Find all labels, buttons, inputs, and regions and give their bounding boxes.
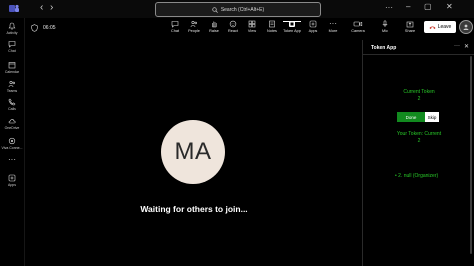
skip-button[interactable]: Skip bbox=[425, 112, 439, 122]
toolbar-camera-button[interactable]: Camera bbox=[350, 20, 366, 33]
toolbar-react-button[interactable]: React bbox=[225, 20, 241, 33]
your-token-label: Your Token: Current bbox=[396, 131, 442, 137]
token-app-panel: Token App ··· ✕ Current Token 2 Your Tok… bbox=[362, 40, 474, 266]
rail-label: Calls bbox=[8, 107, 16, 111]
rail-label: OneDrive bbox=[4, 126, 20, 130]
current-token-label: Current Token bbox=[403, 89, 435, 95]
toolbar-label: Chat bbox=[170, 29, 180, 33]
bell-icon bbox=[8, 22, 16, 30]
queue-item: • 2. null (Organizer) bbox=[395, 173, 439, 179]
toolbar-share-button[interactable]: Share bbox=[402, 20, 418, 33]
rail-item-calls[interactable]: Calls bbox=[0, 98, 24, 111]
microphone-icon bbox=[382, 20, 388, 27]
toolbar-label: Token App bbox=[283, 29, 301, 33]
camera-icon bbox=[353, 21, 363, 27]
rail-item-teams[interactable]: Teams bbox=[0, 80, 24, 93]
phone-icon bbox=[8, 98, 16, 106]
toolbar-label: Mic bbox=[382, 29, 388, 33]
rail-label: Calendar bbox=[4, 70, 20, 74]
leave-label: Leave bbox=[437, 24, 452, 30]
toolbar-label: React bbox=[228, 29, 238, 33]
viva-icon bbox=[8, 137, 16, 145]
back-arrow-icon[interactable]: ‹ bbox=[40, 2, 43, 13]
settings-more-icon[interactable]: ··· bbox=[385, 3, 393, 12]
rail-label: Teams bbox=[6, 89, 18, 93]
raise-hand-icon bbox=[212, 21, 217, 28]
toolbar-label: More bbox=[328, 29, 338, 33]
search-icon bbox=[212, 6, 218, 13]
waiting-message: Waiting for others to join... bbox=[140, 204, 248, 214]
done-label: Done bbox=[405, 114, 417, 120]
panel-scrollbar[interactable] bbox=[470, 56, 472, 254]
toolbar-label: People bbox=[188, 29, 200, 33]
rail-label: Activity bbox=[6, 31, 18, 35]
more-icon: ··· bbox=[8, 155, 16, 164]
cloud-icon bbox=[8, 119, 16, 124]
chat-icon bbox=[171, 21, 179, 28]
forward-arrow-icon[interactable]: › bbox=[50, 2, 53, 13]
apps-icon bbox=[309, 20, 317, 28]
toolbar-more-button[interactable]: ··· More bbox=[325, 19, 341, 34]
emoji-icon bbox=[229, 20, 237, 28]
teams-logo-icon bbox=[9, 4, 19, 13]
rail-item-viva[interactable]: Viva Conne... bbox=[0, 137, 24, 150]
maximize-icon[interactable]: ▢ bbox=[424, 2, 432, 11]
rail-label: Chat bbox=[8, 49, 16, 53]
more-icon: ··· bbox=[329, 19, 337, 28]
participant-initials: MA bbox=[174, 138, 212, 165]
current-token-value: 2 bbox=[417, 96, 421, 102]
rail-item-chat[interactable]: Chat bbox=[0, 40, 24, 53]
done-button[interactable]: Done bbox=[397, 112, 425, 122]
close-icon[interactable]: ✕ bbox=[464, 43, 469, 50]
toolbar-view-button[interactable]: View bbox=[244, 20, 260, 33]
grid-view-icon bbox=[248, 20, 256, 28]
your-token-value: 2 bbox=[417, 138, 421, 144]
search-placeholder: Search (Ctrl+Alt+E) bbox=[220, 6, 265, 13]
toolbar-label: Raise bbox=[209, 29, 219, 33]
toolbar-chat-button[interactable]: Chat bbox=[167, 20, 183, 33]
left-app-rail: Activity Chat Calendar Teams Calls OneDr… bbox=[0, 18, 25, 266]
panel-header: Token App ··· ✕ bbox=[363, 40, 474, 55]
rail-item-more[interactable]: ··· bbox=[0, 156, 24, 164]
search-bar[interactable]: Search (Ctrl+Alt+E) bbox=[155, 2, 321, 17]
toolbar-label: Share bbox=[404, 29, 416, 33]
user-avatar[interactable] bbox=[459, 20, 473, 34]
rail-item-calendar[interactable]: Calendar bbox=[0, 61, 24, 74]
apps-icon bbox=[8, 174, 16, 182]
close-icon[interactable]: ✕ bbox=[446, 2, 453, 11]
rail-label: Apps bbox=[8, 183, 16, 187]
leave-button[interactable]: Leave bbox=[424, 21, 456, 33]
profile-icon bbox=[463, 24, 469, 30]
toolbar-mic-button[interactable]: Mic bbox=[377, 20, 393, 33]
rail-label: Viva Conne... bbox=[1, 146, 23, 150]
queue-item-text: 2. null (Organizer) bbox=[398, 173, 439, 179]
meeting-timer: 06:05 bbox=[43, 25, 56, 31]
toolbar-label: Apps bbox=[308, 29, 318, 33]
toolbar-notes-button[interactable]: Notes bbox=[264, 20, 280, 33]
chat-icon bbox=[8, 41, 16, 48]
rail-item-apps[interactable]: Apps bbox=[0, 174, 24, 187]
participant-avatar: MA bbox=[161, 120, 225, 184]
panel-title: Token App bbox=[371, 45, 397, 51]
notes-icon bbox=[269, 20, 275, 28]
rail-item-onedrive[interactable]: OneDrive bbox=[0, 117, 24, 130]
toolbar-label: Camera bbox=[351, 29, 365, 33]
toolbar-apps-button[interactable]: Apps bbox=[305, 20, 321, 33]
share-icon bbox=[406, 21, 414, 28]
skip-label: Skip bbox=[427, 114, 437, 120]
title-bar: ‹ › Search (Ctrl+Alt+E) ··· – ▢ ✕ bbox=[0, 0, 474, 18]
hang-up-icon bbox=[429, 26, 436, 29]
toolbar-label: View bbox=[247, 29, 257, 33]
panel-more-icon[interactable]: ··· bbox=[454, 43, 460, 49]
calendar-icon bbox=[8, 62, 16, 69]
toolbar-people-button[interactable]: People bbox=[186, 20, 202, 33]
rail-item-activity[interactable]: Activity bbox=[0, 22, 24, 35]
shield-icon bbox=[31, 24, 38, 32]
toolbar-raise-button[interactable]: Raise bbox=[206, 20, 222, 33]
teams-icon bbox=[8, 80, 16, 88]
people-icon bbox=[190, 20, 198, 28]
toolbar-label: Notes bbox=[267, 29, 277, 33]
minimize-icon[interactable]: – bbox=[406, 2, 410, 11]
active-tab-indicator bbox=[283, 21, 301, 22]
